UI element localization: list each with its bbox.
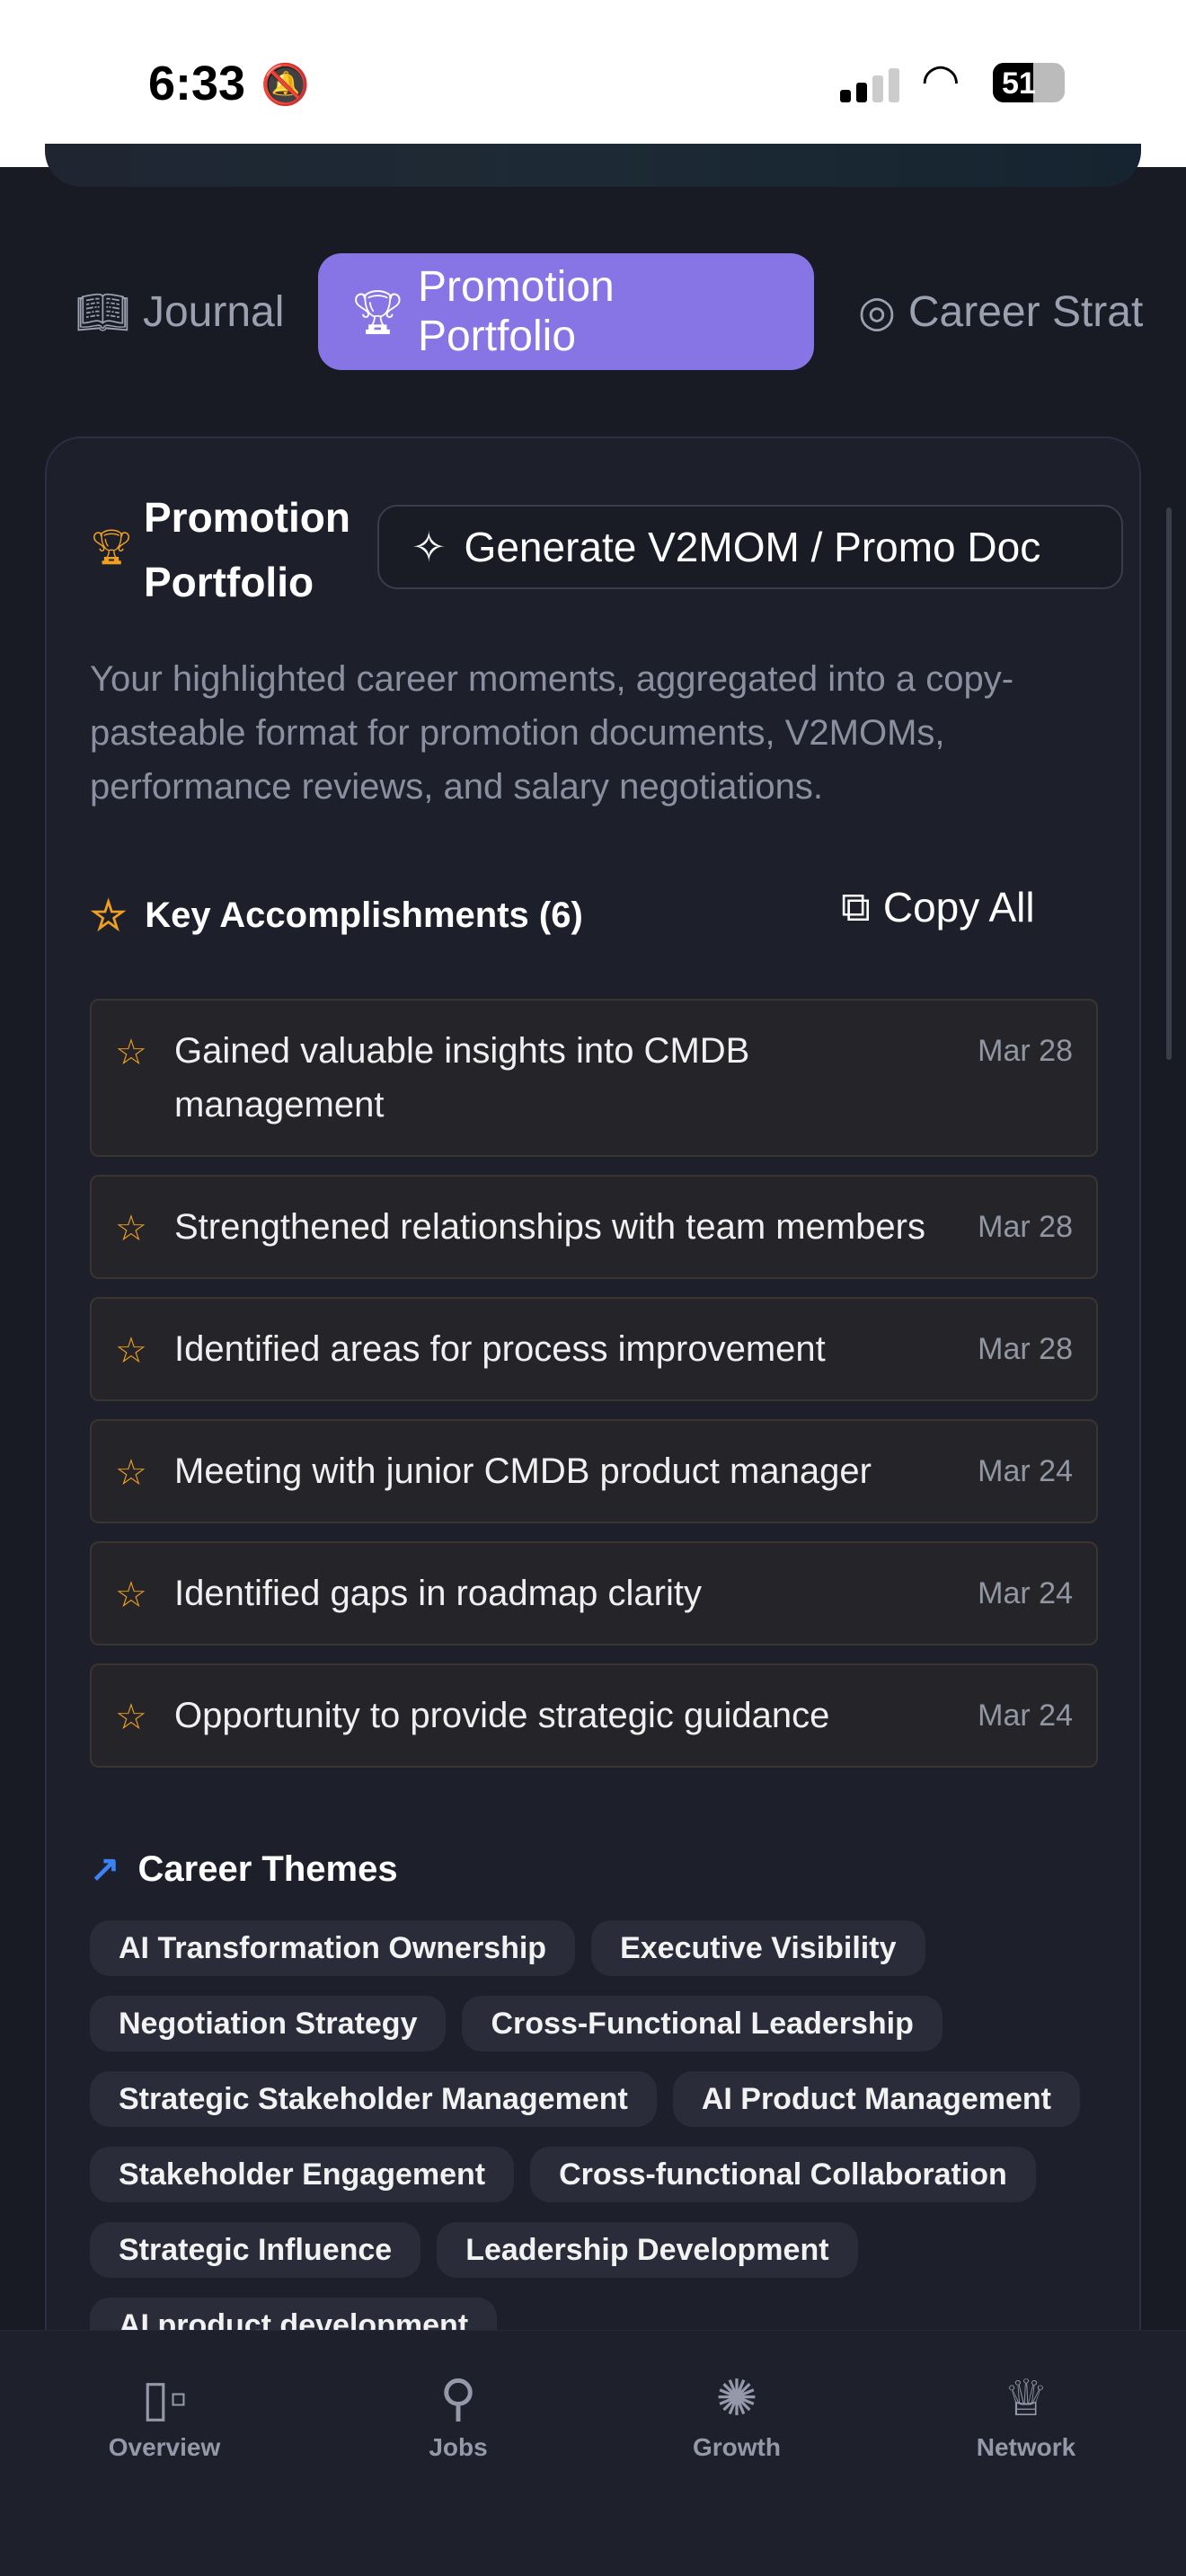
- item-text: Strengthened relationships with team mem…: [174, 1207, 925, 1247]
- card-title: Promotion Portfolio: [144, 494, 350, 605]
- nav-network[interactable]: ♕ Network: [936, 2367, 1116, 2462]
- search-icon: ⚲: [439, 2369, 477, 2426]
- promotion-portfolio-card: 🏆︎ Promotion Portfolio ✧ Generate V2MOM /…: [45, 437, 1141, 2413]
- nav-overview[interactable]: ▯▫ Overview: [75, 2367, 254, 2462]
- copy-all-button[interactable]: ⧉ Copy All: [841, 882, 1035, 932]
- star-icon: ☆: [90, 892, 128, 939]
- star-icon: ☆: [115, 1209, 147, 1248]
- theme-chip: AI Transformation Ownership: [90, 1920, 576, 1976]
- tab-career-strategy[interactable]: ◎ Career Strat: [858, 253, 1143, 370]
- item-date: Mar 24: [978, 1576, 1073, 1610]
- theme-chip: Strategic Influence: [90, 2222, 421, 2278]
- brain-icon: ✺: [715, 2369, 758, 2426]
- themes-list: AI Transformation Ownership Executive Vi…: [90, 1920, 1105, 2353]
- button-label: Copy All: [882, 884, 1035, 931]
- silent-bell-icon: 🔕: [261, 63, 310, 107]
- tab-journal[interactable]: 📖︎ Journal: [75, 253, 284, 370]
- theme-chip: AI Product Management: [672, 2071, 1080, 2127]
- dashboard-icon: ▯▫: [141, 2369, 188, 2426]
- nav-label: Network: [976, 2433, 1076, 2461]
- list-item[interactable]: ☆ Identified areas for process improvemen…: [90, 1297, 1098, 1401]
- nav-label: Jobs: [429, 2433, 488, 2461]
- theme-chip: Leadership Development: [437, 2222, 858, 2278]
- star-icon: ☆: [115, 1453, 147, 1493]
- nav-growth[interactable]: ✺ Growth: [647, 2367, 827, 2462]
- star-icon: ☆: [115, 1575, 147, 1615]
- item-text: Meeting with junior CMDB product manager: [174, 1451, 872, 1491]
- theme-chip: Strategic Stakeholder Management: [90, 2071, 657, 2127]
- item-text: Opportunity to provide strategic guidanc…: [174, 1696, 830, 1735]
- item-text: Identified areas for process improvement: [174, 1329, 826, 1369]
- scrollbar[interactable]: [1166, 507, 1172, 1060]
- career-themes-heading: ↗ Career Themes: [90, 1848, 398, 1890]
- tab-bar: 📖︎ Journal 🏆︎ Promotion Portfolio ◎ Career …: [0, 253, 1186, 370]
- generate-doc-button[interactable]: ✧ Generate V2MOM / Promo Doc: [377, 505, 1123, 589]
- trophy-icon: 🏆︎: [90, 529, 134, 567]
- description: Your highlighted career moments, aggrega…: [90, 659, 1014, 807]
- clock: 6:33: [148, 57, 246, 110]
- tab-label: Promotion Portfolio: [417, 263, 615, 360]
- star-icon: ☆: [115, 1698, 147, 1737]
- heading-text: Career Themes: [137, 1848, 398, 1889]
- list-item[interactable]: ☆ Meeting with junior CMDB product manage…: [90, 1419, 1098, 1523]
- item-text: Gained valuable insights into CMDB manag…: [174, 1031, 750, 1125]
- battery-icon: 51: [993, 63, 1065, 102]
- tab-promotion-portfolio[interactable]: 🏆︎ Promotion Portfolio: [318, 253, 814, 370]
- button-label: Generate V2MOM / Promo Doc: [464, 524, 1041, 570]
- accomplishments-list: ☆ Gained valuable insights into CMDB mana…: [90, 999, 1098, 1786]
- wifi-icon: ◠: [921, 55, 960, 105]
- item-date: Mar 24: [978, 1698, 1073, 1733]
- sparkles-icon: ✧: [412, 524, 447, 570]
- theme-chip: Stakeholder Engagement: [90, 2147, 515, 2202]
- theme-chip: Cross-Functional Leadership: [462, 1996, 943, 2051]
- crown-icon: ♕: [1003, 2369, 1049, 2426]
- accomplishments-heading: ☆ Key Accomplishments (6): [90, 891, 583, 940]
- item-date: Mar 28: [978, 1210, 1073, 1244]
- item-date: Mar 28: [978, 1332, 1073, 1366]
- tab-label: Career Strat: [907, 287, 1144, 336]
- trending-up-icon: ↗: [90, 1849, 120, 1889]
- theme-chip: Cross-functional Collaboration: [530, 2147, 1036, 2202]
- tab-label: Journal: [142, 287, 285, 336]
- header-card-edge: [45, 144, 1141, 187]
- item-date: Mar 24: [978, 1454, 1073, 1488]
- heading-text: Key Accomplishments (6): [145, 895, 583, 935]
- bottom-nav: ▯▫ Overview ⚲ Jobs ✺ Growth ♕ Network: [0, 2330, 1186, 2576]
- theme-chip: Negotiation Strategy: [90, 1996, 447, 2051]
- copy-icon: ⧉: [841, 883, 871, 930]
- nav-jobs[interactable]: ⚲ Jobs: [368, 2367, 548, 2462]
- nav-label: Overview: [108, 2433, 221, 2461]
- star-icon: ☆: [115, 1033, 147, 1072]
- list-item[interactable]: ☆ Identified gaps in roadmap clarity Mar 2…: [90, 1541, 1098, 1645]
- nav-label: Growth: [693, 2433, 781, 2461]
- target-icon: ◎: [858, 288, 896, 336]
- item-date: Mar 28: [978, 1034, 1073, 1068]
- cellular-signal-icon: [840, 68, 899, 102]
- item-text: Identified gaps in roadmap clarity: [174, 1574, 702, 1613]
- book-icon: 📖︎: [75, 288, 130, 337]
- star-icon: ☆: [115, 1331, 147, 1371]
- status-bar: 6:33 🔕 ◠ 51: [0, 0, 1186, 167]
- list-item[interactable]: ☆ Strengthened relationships with team me…: [90, 1175, 1098, 1279]
- list-item[interactable]: ☆ Opportunity to provide strategic guidan…: [90, 1663, 1098, 1768]
- list-item[interactable]: ☆ Gained valuable insights into CMDB mana…: [90, 999, 1098, 1157]
- theme-chip: Executive Visibility: [591, 1920, 925, 1976]
- trophy-icon: 🏆︎: [350, 288, 405, 337]
